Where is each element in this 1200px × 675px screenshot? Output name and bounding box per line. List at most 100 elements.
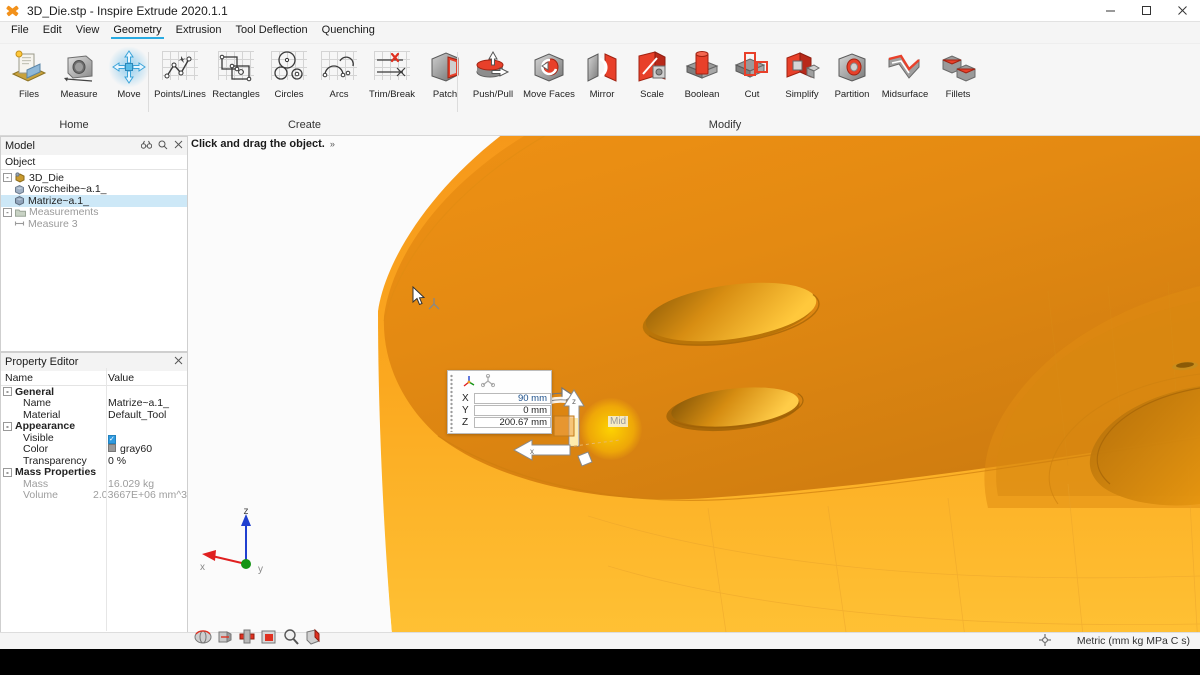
model-column-object: Object <box>5 156 36 168</box>
expander-icon[interactable]: - <box>3 173 12 183</box>
circles-icon <box>270 48 308 86</box>
ribbon-button-simplify[interactable]: Simplify <box>777 44 827 114</box>
magnifier-icon[interactable] <box>282 628 300 646</box>
model-panel-title: Model <box>5 140 35 152</box>
ribbon-button-measure[interactable]: Measure <box>54 44 104 114</box>
tree-item-vorscheibe[interactable]: Vorscheibe~a.1_ <box>1 183 187 195</box>
ribbon-label-measure: Measure <box>60 89 98 100</box>
tree-item-3d-die[interactable]: - 3D_Die <box>1 172 187 184</box>
property-name: Mass <box>23 477 49 490</box>
tree-item-measure-3[interactable]: Measure 3 <box>1 218 187 230</box>
ribbon-button-partition[interactable]: Partition <box>827 44 877 114</box>
pan-view-icon[interactable] <box>216 628 234 646</box>
cut-icon <box>733 48 771 86</box>
section-view-icon[interactable] <box>304 628 322 646</box>
3d-viewport[interactable]: Mid z x <box>188 136 1200 646</box>
cursor-triad-icon <box>428 298 440 310</box>
property-value: 16.029 kg <box>108 477 155 490</box>
viewport-hint-bar: Click and drag the object. » <box>188 136 1200 152</box>
ribbon-label-circles: Circles <box>274 89 304 100</box>
tree-item-matrize[interactable]: Matrize~a.1_ <box>1 195 187 207</box>
ribbon-button-points-lines[interactable]: Points/Lines <box>152 44 208 114</box>
ribbon-label-push-pull: Push/Pull <box>472 89 514 100</box>
title-bar: 3D_Die.stp - Inspire Extrude 2020.1.1 <box>0 0 1200 22</box>
search-icon[interactable] <box>158 140 168 153</box>
fit-view-icon[interactable] <box>238 628 256 646</box>
files-icon <box>10 48 48 86</box>
ribbon-button-move-faces[interactable]: Move Faces <box>521 44 577 114</box>
expander-icon[interactable]: - <box>3 387 12 397</box>
property-name: Appearance <box>15 420 76 433</box>
close-icon[interactable] <box>174 140 183 152</box>
ribbon-group-label-modify: Modify <box>708 119 742 131</box>
ribbon-button-cut[interactable]: Cut <box>727 44 777 114</box>
property-row-transparency[interactable]: Transparency 0 % <box>1 455 187 467</box>
zoom-window-icon[interactable] <box>260 628 278 646</box>
expander-icon[interactable]: - <box>3 207 12 217</box>
chevron-down-icon[interactable]: » <box>330 139 335 149</box>
coord-input-y[interactable]: 0 mm <box>473 405 551 416</box>
tree-label: Matrize~a.1_ <box>28 194 89 207</box>
ribbon-button-trim-break[interactable]: Trim/Break <box>364 44 420 114</box>
model-panel: Model Object - 3D_Die Vorscheibe~a.1_ Ma… <box>0 136 188 352</box>
free-move-icon[interactable] <box>480 373 496 391</box>
ribbon-button-midsurface[interactable]: Midsurface <box>877 44 933 114</box>
menu-extrusion[interactable]: Extrusion <box>169 22 229 39</box>
expander-icon[interactable]: - <box>3 467 12 477</box>
ribbon-label-mirror: Mirror <box>589 89 615 100</box>
property-group-mass-properties[interactable]: - Mass Properties <box>1 466 187 479</box>
ribbon-button-arcs[interactable]: Arcs <box>314 44 364 114</box>
close-icon[interactable] <box>174 356 183 368</box>
ribbon-label-scale: Scale <box>640 89 664 100</box>
menu-tool-deflection[interactable]: Tool Deflection <box>229 22 315 39</box>
minimize-button[interactable] <box>1092 0 1128 22</box>
measure-icon <box>60 48 98 86</box>
tree-item-measurements[interactable]: - Measurements <box>1 206 187 218</box>
units-label[interactable]: Metric (mm kg MPa C s) <box>1077 635 1190 647</box>
property-name: Mass Properties <box>15 466 97 479</box>
coordinate-input-dialog[interactable]: X 90 mm Y 0 mm Z 200.67 mm <box>447 370 552 434</box>
coord-row-x: X 90 mm <box>462 393 551 404</box>
ribbon-label-rectangles: Rectangles <box>212 89 260 100</box>
menu-file[interactable]: File <box>4 22 36 39</box>
coord-mode-buttons <box>448 371 551 392</box>
ribbon-label-points-lines: Points/Lines <box>154 89 206 100</box>
plane-translate-handle <box>553 415 575 437</box>
ribbon-button-mirror[interactable]: Mirror <box>577 44 627 114</box>
menu-bar: File Edit View Geometry Extrusion Tool D… <box>0 22 1200 44</box>
ribbon-button-boolean[interactable]: Boolean <box>677 44 727 114</box>
maximize-button[interactable] <box>1128 0 1164 22</box>
ribbon-button-fillets[interactable]: Fillets <box>933 44 983 114</box>
coord-input-x[interactable]: 90 mm <box>473 393 551 404</box>
ribbon-button-rectangles[interactable]: Rectangles <box>208 44 264 114</box>
property-row-name[interactable]: Name Matrize~a.1_ <box>1 397 187 409</box>
close-button[interactable] <box>1164 0 1200 22</box>
menu-geometry[interactable]: Geometry <box>106 22 168 39</box>
ribbon-button-patch[interactable]: Patch <box>420 44 470 114</box>
binoculars-icon[interactable] <box>140 140 153 152</box>
triad-axis-icon[interactable] <box>462 374 476 391</box>
property-row-material[interactable]: Material Default_Tool <box>1 409 187 421</box>
svg-text:x: x <box>530 447 534 456</box>
color-swatch[interactable] <box>108 444 116 453</box>
measure-item-icon <box>14 218 25 229</box>
property-editor-titlebar: Property Editor <box>1 353 187 371</box>
ribbon-button-push-pull[interactable]: Push/Pull <box>465 44 521 114</box>
scale-icon <box>633 48 671 86</box>
expander-icon[interactable]: - <box>3 421 12 431</box>
menu-view[interactable]: View <box>69 22 107 39</box>
menu-quenching[interactable]: Quenching <box>315 22 382 39</box>
rotate-view-icon[interactable] <box>194 628 212 646</box>
property-group-appearance[interactable]: - Appearance <box>1 420 187 433</box>
ribbon-button-circles[interactable]: Circles <box>264 44 314 114</box>
property-row-color[interactable]: Color gray60 <box>1 443 187 455</box>
menu-edit[interactable]: Edit <box>36 22 69 39</box>
property-group-general[interactable]: - General <box>1 386 187 398</box>
coord-input-z[interactable]: 200.67 mm <box>473 417 551 428</box>
ribbon-button-files[interactable]: Files <box>4 44 54 114</box>
ribbon-button-scale[interactable]: Scale <box>627 44 677 114</box>
ribbon-button-move[interactable]: Move <box>104 44 154 114</box>
dialog-grip[interactable] <box>450 374 453 432</box>
crosshair-icon[interactable] <box>1038 633 1051 649</box>
property-row-visible[interactable]: Visible ✓ <box>1 432 187 444</box>
